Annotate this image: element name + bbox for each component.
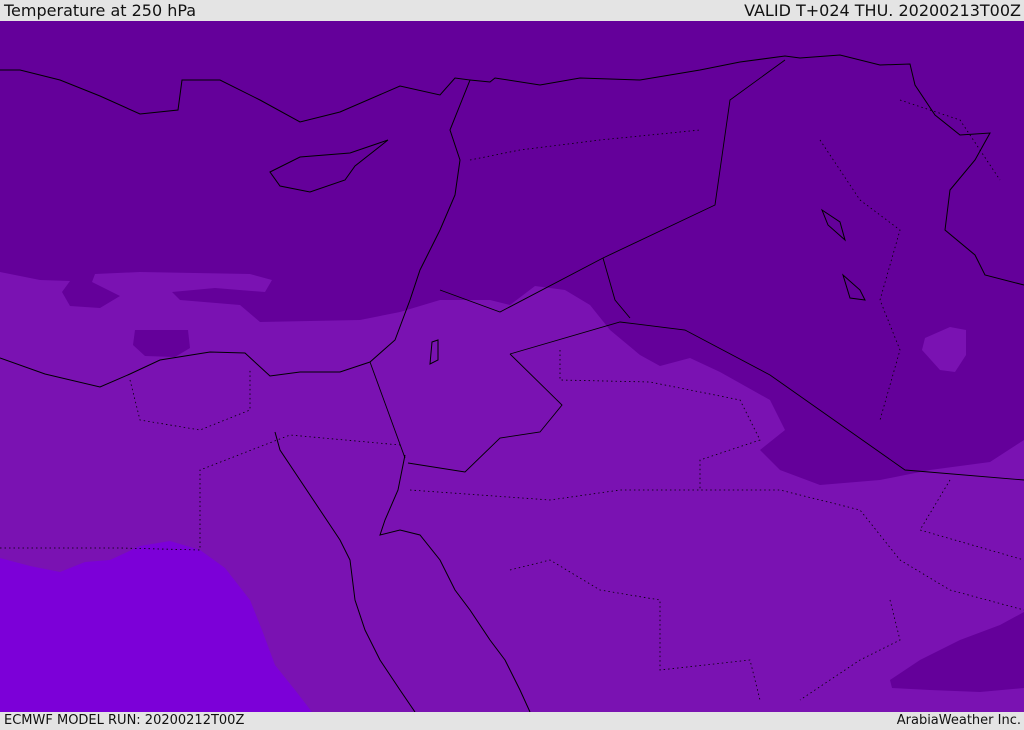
temperature-map[interactable] (0, 21, 1024, 712)
map-title: Temperature at 250 hPa (4, 1, 197, 20)
header-bar: Temperature at 250 hPa VALID T+024 THU. … (0, 0, 1024, 21)
credit: ArabiaWeather Inc. (896, 713, 1021, 728)
footer-bar: ECMWF MODEL RUN: 20200212T00Z ArabiaWeat… (0, 712, 1024, 729)
valid-time: VALID T+024 THU. 20200213T00Z (744, 1, 1021, 20)
model-run: ECMWF MODEL RUN: 20200212T00Z (4, 713, 245, 728)
